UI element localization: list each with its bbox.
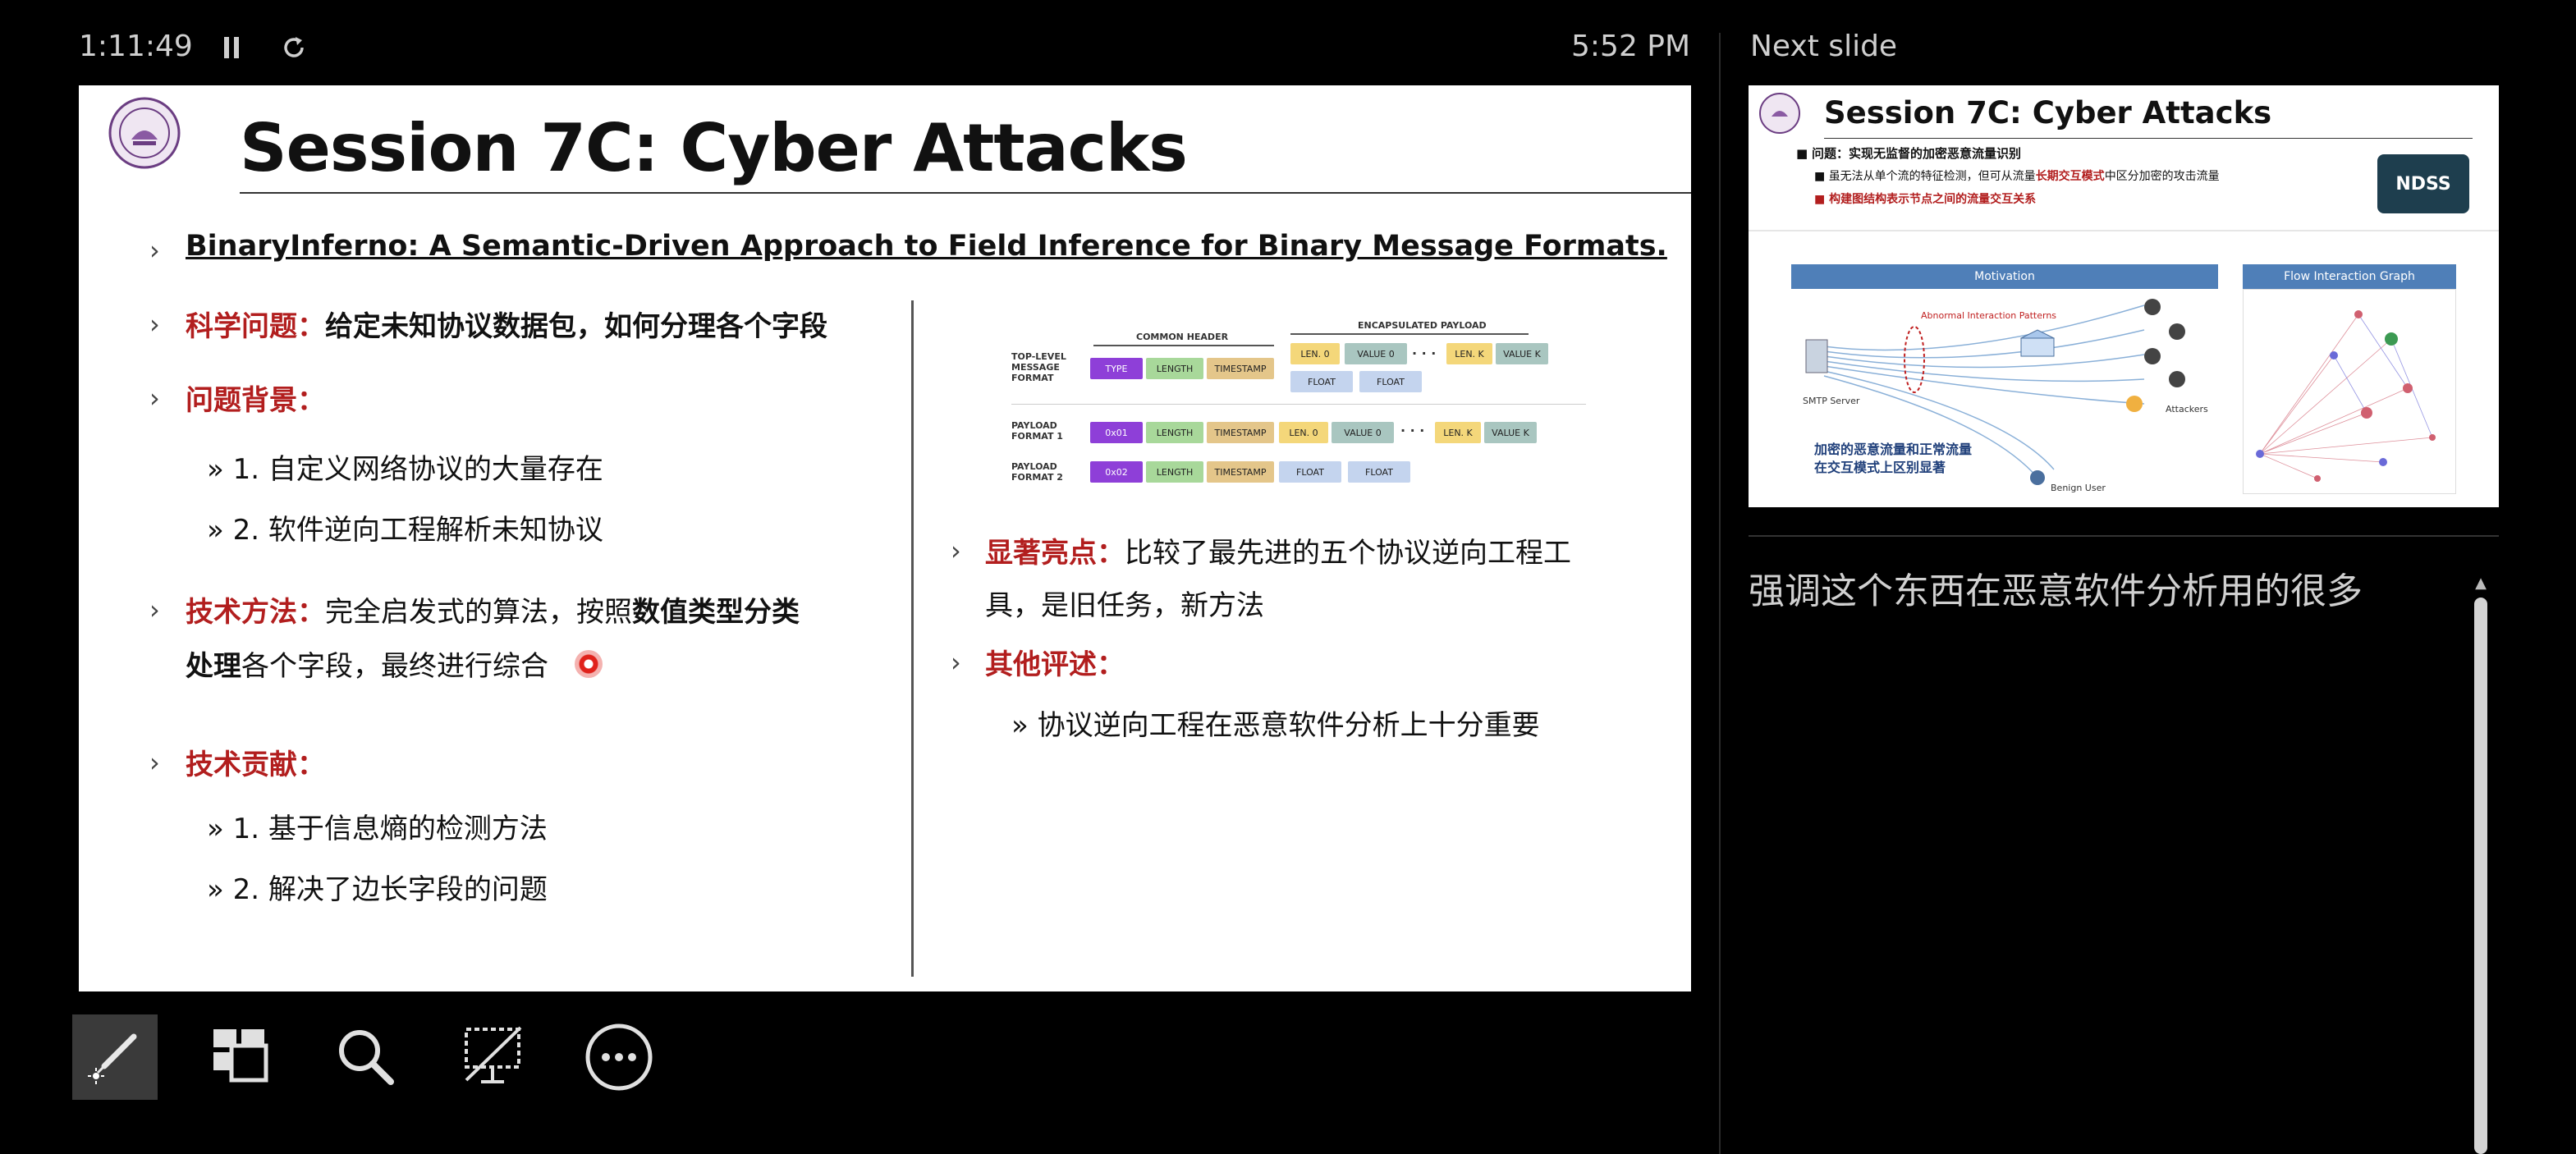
problem-label: 科学问题：: [186, 310, 325, 343]
motivation-figure: Abnormal Interaction Patterns SMTP Serve…: [1791, 289, 2218, 494]
contrib-item-1: » 1. 基于信息熵的检测方法: [207, 813, 548, 845]
divider: [1749, 230, 2499, 231]
background-item-1: » 1. 自定义网络协议的大量存在: [207, 453, 603, 486]
current-slide: Session 7C: Cyber Attacks › BinaryInfern…: [79, 85, 1691, 991]
motivation-header: Motivation: [1791, 264, 2218, 289]
column-divider: [911, 300, 914, 977]
pause-icon[interactable]: [215, 31, 248, 64]
highlight-line-2: 具，是旧任务，新方法: [985, 589, 1264, 622]
contrib-item-2: » 2. 解决了边长字段的问题: [207, 873, 548, 906]
notes-scrollbar-thumb[interactable]: [2474, 598, 2487, 1154]
problem-line: 科学问题：给定未知协议数据包，如何分理各个字段: [186, 304, 827, 344]
next-line-1: ■ 问题：实现无监督的加密恶意流量识别: [1796, 146, 2021, 161]
laser-pointer: [575, 650, 603, 678]
title-rule: [240, 192, 1691, 194]
slide-title: Session 7C: Cyber Attacks: [240, 110, 1188, 186]
background-item-2: » 2. 软件逆向工程解析未知协议: [207, 514, 603, 547]
restart-timer-icon[interactable]: [276, 31, 312, 64]
problem-text: 给定未知协议数据包，如何分理各个字段: [325, 310, 827, 343]
flow-graph-figure: [2243, 289, 2456, 494]
chevron-icon: ›: [951, 535, 961, 566]
next-slide-title: Session 7C: Cyber Attacks: [1824, 95, 2272, 131]
zoom-icon[interactable]: [323, 1014, 409, 1100]
divider: [1749, 535, 2499, 537]
contrib-label: 技术贡献：: [186, 749, 325, 781]
scroll-up-icon[interactable]: ▲: [2471, 575, 2491, 592]
clock: 5:52 PM: [1571, 30, 1691, 63]
other-item-1: » 协议逆向工程在恶意软件分析上十分重要: [1011, 709, 1540, 742]
slides-grid-icon[interactable]: [197, 1014, 282, 1100]
speaker-notes[interactable]: 强调这个东西在恶意软件分析用的很多: [1749, 561, 2363, 614]
title-rule: [1824, 138, 2473, 139]
black-screen-icon[interactable]: [450, 1014, 535, 1100]
next-line-3: ■ 构建图结构表示节点之间的流量交互关系: [1814, 193, 2037, 206]
pen-tool-icon[interactable]: [72, 1014, 158, 1100]
method-line-2: 处理各个字段，最终进行综合: [186, 650, 548, 683]
other-label: 其他评述：: [985, 648, 1125, 681]
ndss-badge: NDSS: [2377, 154, 2469, 213]
chevron-icon: ›: [149, 594, 160, 625]
highlight-line-1: 显著亮点：比较了最先进的五个协议逆向工程工: [985, 537, 1571, 570]
chevron-icon: ›: [149, 309, 160, 340]
elapsed-timer: 1:11:49: [79, 30, 193, 63]
chevron-icon: ›: [149, 382, 160, 414]
chevron-icon: ›: [149, 235, 160, 266]
next-line-2: ■ 虽无法从单个流的特征检测，但可从流量长期交互模式中区分加密的攻击流量: [1814, 170, 2220, 183]
next-slide-label: Next slide: [1750, 30, 1898, 63]
next-slide-preview[interactable]: Session 7C: Cyber Attacks ■ 问题：实现无监督的加密恶…: [1749, 85, 2499, 507]
flow-graph-header: Flow Interaction Graph: [2243, 264, 2456, 289]
paper-title: BinaryInferno: A Semantic-Driven Approac…: [186, 230, 1667, 263]
university-logo: [1758, 92, 1801, 135]
background-label: 问题背景：: [186, 384, 325, 417]
chevron-icon: ›: [149, 747, 160, 778]
pane-divider[interactable]: [1719, 33, 1721, 1154]
more-options-icon[interactable]: [576, 1014, 662, 1100]
chevron-icon: ›: [951, 647, 961, 678]
method-line-1: 技术方法：完全启发式的算法，按照数值类型分类: [186, 596, 800, 629]
university-logo: [108, 97, 181, 169]
